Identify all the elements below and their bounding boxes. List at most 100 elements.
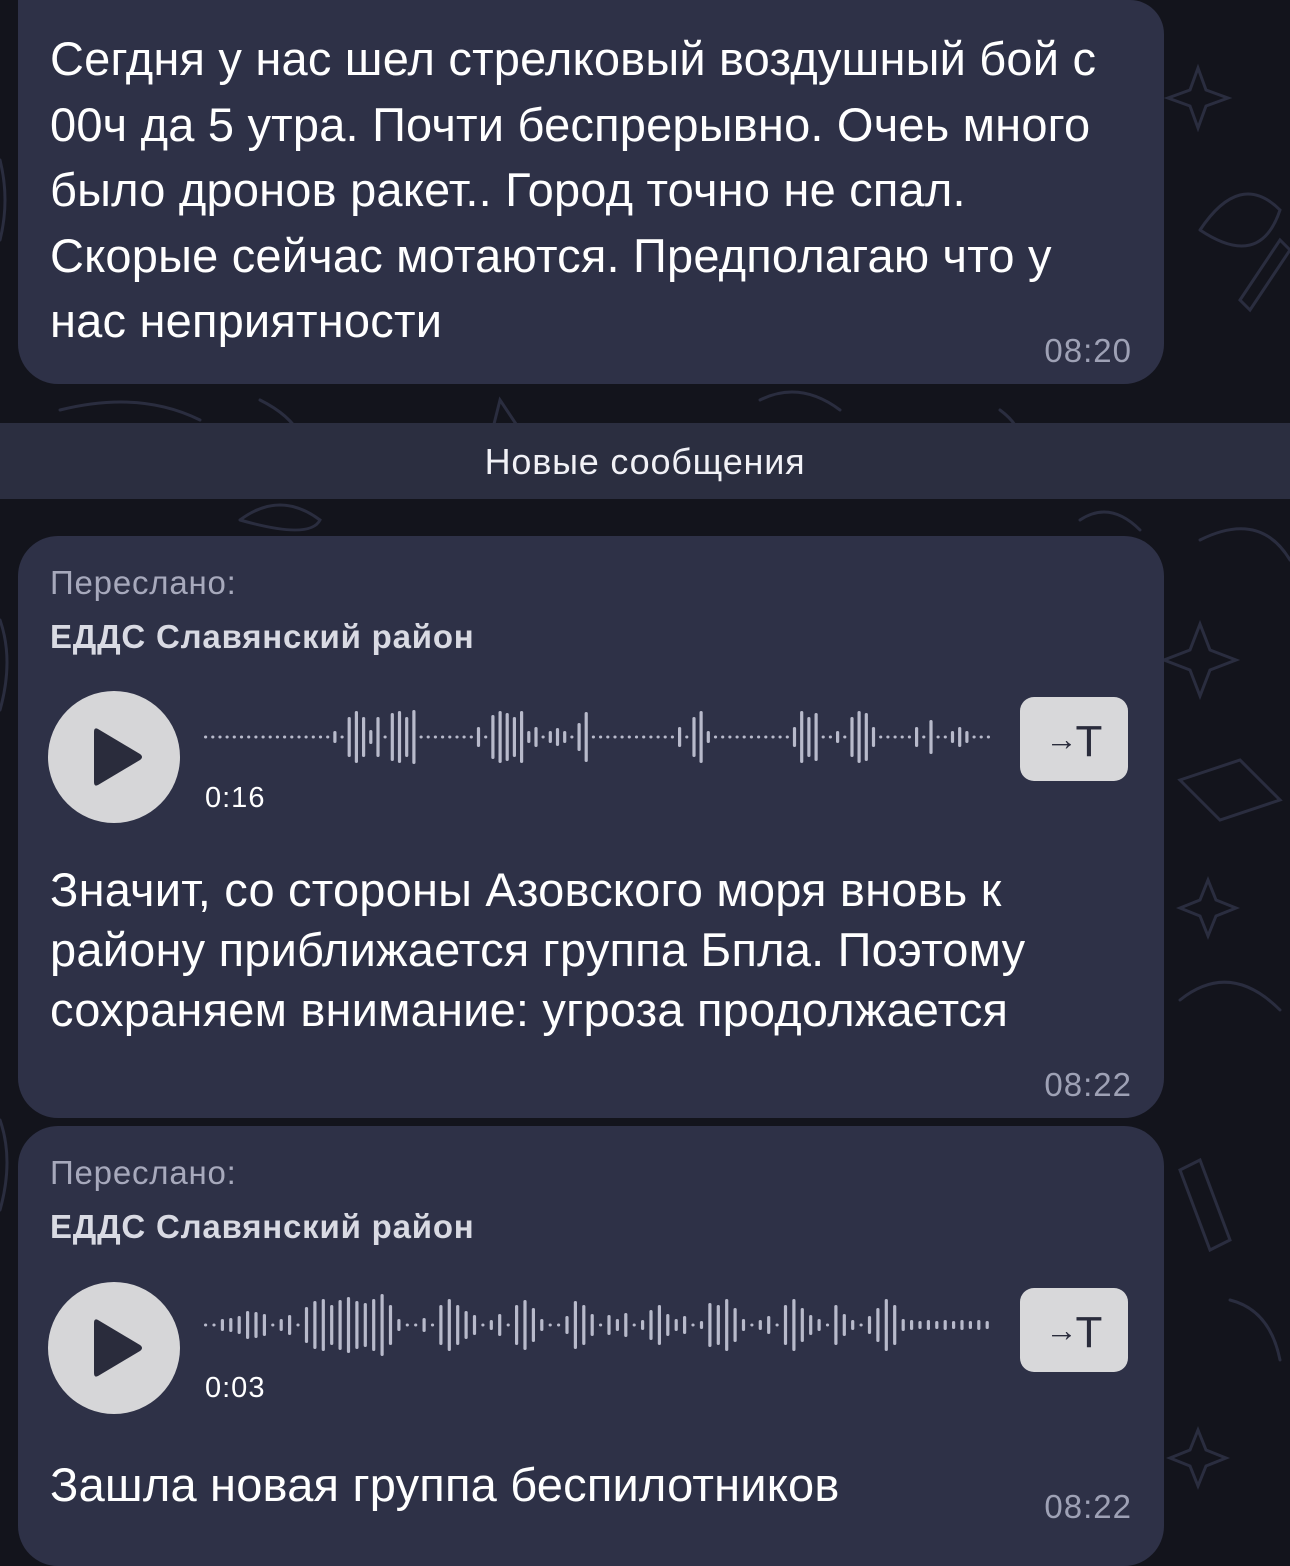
waveform-bar [943,1320,947,1330]
waveform-bar [439,1305,443,1345]
transcribe-button[interactable]: →T [1020,1288,1128,1372]
waveform-bar [433,735,437,739]
waveform-bar [326,735,330,739]
waveform-bar [346,1297,351,1353]
message-bubble[interactable]: Сегдня у нас шел стрелковый воздушный бо… [18,0,1164,384]
waveform-bar [764,735,768,739]
waveform-bar [728,735,732,739]
waveform-bar [548,731,552,743]
waveform-bar [441,735,445,739]
waveform-bar [557,1323,561,1327]
waveform-bar [283,735,287,739]
waveform-bar [506,1323,510,1327]
waveform-bar [520,711,524,763]
waveform-bar [268,735,272,739]
waveform-bar [254,735,258,739]
waveform-bar [965,731,969,743]
waveform-bar [910,1320,914,1330]
waveform-bar [713,735,718,739]
waveform-bar [476,727,481,747]
play-button[interactable] [48,691,180,823]
forwarded-source-link[interactable]: ЕДДС Славянский район [50,1208,475,1246]
voice-waveform[interactable] [204,1290,994,1360]
waveform-bar [225,735,229,739]
waveform-bar [721,735,725,739]
waveform-bar [246,1311,250,1339]
waveform-bar [330,1305,334,1345]
waveform-bar [333,731,337,743]
forwarded-source-link[interactable]: ЕДДС Славянский район [50,618,475,656]
message-bubble[interactable]: Переслано: ЕДДС Славянский район 0:03 →T… [18,1126,1164,1566]
waveform-bar [455,735,459,739]
waveform-bar [380,1294,384,1356]
message-text: Зашла новая группа беспилотников [50,1458,840,1511]
waveform-bar [706,731,710,743]
waveform-bar [484,735,488,739]
waveform-bar [599,1323,603,1327]
message-time: 08:22 [1044,1488,1132,1525]
waveform-bar [884,1299,888,1351]
waveform-bar [405,1323,409,1327]
waveform-bar [757,735,761,739]
waveform-bar [699,711,703,763]
play-icon [94,1319,142,1377]
waveform-bar [792,1299,796,1351]
transcribe-button[interactable]: →T [1020,697,1128,781]
waveform-bar [212,1323,216,1327]
waveform-bar [318,735,323,739]
waveform-bar [716,1305,720,1345]
waveform-bar [958,727,962,747]
waveform-bar [867,1316,872,1334]
waveform-bar [977,1320,981,1330]
waveform-bar [489,1320,493,1330]
waveform-bar [498,711,502,763]
waveform-bar [674,1319,678,1331]
waveform-bar [462,735,466,739]
waveform-bar [372,1299,376,1351]
play-button[interactable] [48,1282,180,1414]
waveform-bar [817,1319,821,1331]
waveform-bar [685,735,689,739]
waveform-bar [907,735,911,739]
waveform-bar [708,1303,712,1347]
waveform-bar [279,1319,283,1331]
waveform-bar [405,717,409,757]
waveform-bar [950,731,955,743]
waveform-bar [232,735,236,739]
waveform-bar [859,1323,863,1327]
waveform-bar [749,735,753,739]
voice-waveform[interactable] [204,702,994,772]
waveform-bar [515,1305,519,1345]
waveform-bar [968,1321,972,1329]
waveform-bar [918,1321,922,1329]
waveform-bar [656,735,660,739]
waveform-bar [313,1301,317,1349]
waveform-bar [634,735,639,739]
waveform-bar [347,717,351,757]
waveform-bar [936,735,940,739]
waveform-bar [828,735,832,739]
waveform-bar [613,735,617,739]
waveform-bar [469,735,473,739]
waveform-bar [577,723,581,751]
waveform-bar [699,1321,704,1329]
waveform-bar [540,1319,544,1331]
arrow-right-icon: → [1045,721,1078,757]
waveform-bar [430,1323,435,1327]
message-text: Сегдня у нас шел стрелковый воздушный бо… [50,32,1097,347]
waveform-bar [834,1305,838,1345]
message-bubble[interactable]: Переслано: ЕДДС Славянский район 0:16 →T… [18,536,1164,1118]
waveform-bar [742,735,746,739]
waveform-bar [422,1318,426,1332]
waveform-bar [448,735,452,739]
waveform-bar [809,1315,813,1335]
waveform-bar [563,731,567,743]
waveform-bar [531,1308,535,1342]
waveform-bar [456,1305,460,1345]
waveform-bar [534,727,538,747]
waveform-bar [363,1303,367,1347]
waveform-bar [296,1323,300,1327]
waveform-bar [952,1321,956,1329]
waveform-bar [879,735,883,739]
transcribe-label: T [1075,717,1103,766]
